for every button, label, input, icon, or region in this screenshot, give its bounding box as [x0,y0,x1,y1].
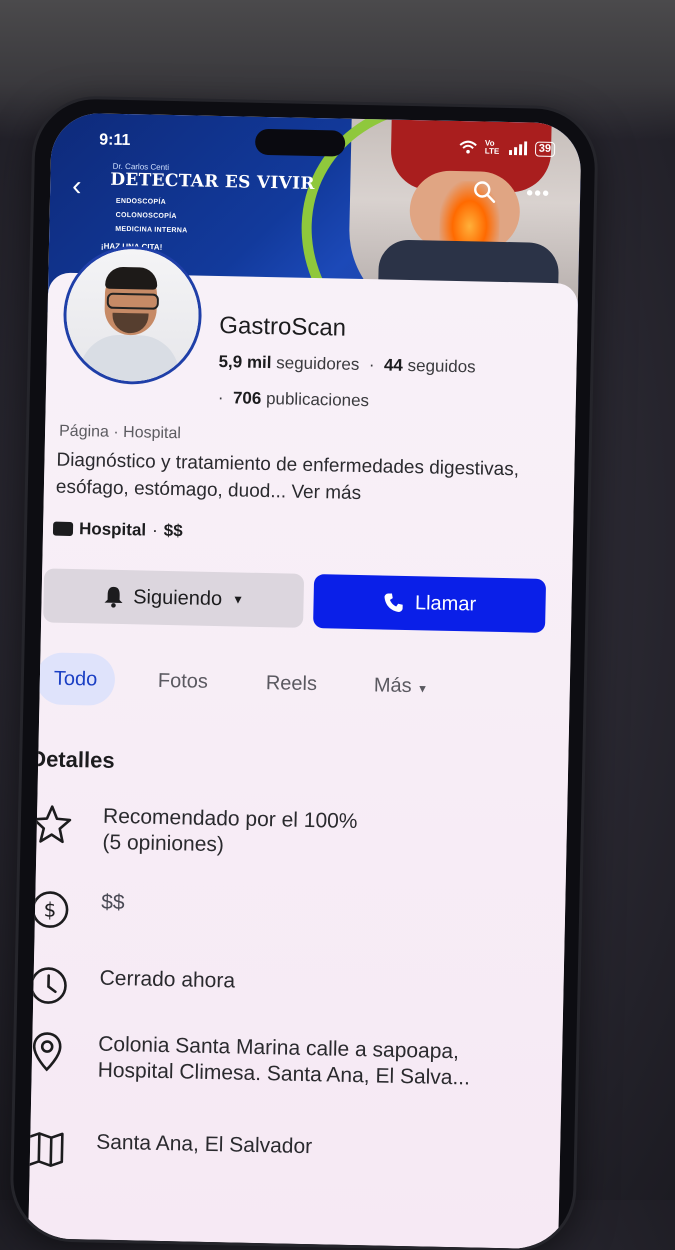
detail-text: $$ [100,890,125,915]
tag-category: Hospital [78,519,147,540]
avatar-glasses [106,292,159,310]
avatar-hair [105,266,158,290]
svg-text:$: $ [43,897,56,921]
page-description: Diagnóstico y tratamiento de enfermedade… [56,447,557,511]
description-text: Diagnóstico y tratamiento de enfermedade… [55,449,520,503]
detail-text: Cerrado ahora [99,966,236,993]
tab-mas[interactable]: Más ▼ [373,659,429,712]
network-label: Vo LTE [484,138,500,156]
following-count[interactable]: 44 [384,355,403,374]
wifi-icon [459,140,477,154]
chevron-down-icon: ▼ [231,592,245,607]
posts-count: 706 [232,388,262,408]
screen: Dr. Carlos Centi DETECTAR ES VIVIR ENDOS… [28,112,582,1250]
call-label: Llamar [414,591,477,615]
call-button[interactable]: Llamar [313,574,547,633]
status-time: 9:11 [99,131,131,150]
location-pin-icon [32,1032,62,1072]
status-icons: Vo LTE 39 [459,139,556,157]
chevron-down-icon: ▼ [416,683,429,696]
page-tags: Hospital · $$ [52,519,183,542]
tab-todo[interactable]: Todo [35,652,116,706]
phone-icon [384,593,404,613]
followers-count[interactable]: 5,9 mil [218,352,271,372]
tab-fotos[interactable]: Fotos [157,655,208,708]
detail-text: Santa Ana, El Salvador [95,1130,313,1159]
stats-separator: · [217,388,229,408]
see-more-link[interactable]: Ver más [291,482,361,504]
page-title: GastroScan [219,312,347,342]
signal-icon [508,141,528,156]
tag-price: $$ [163,520,183,541]
details-heading: Detalles [29,746,115,773]
tab-mas-label: Más [373,674,412,698]
page-category: Página · Hospital [58,422,182,443]
cover-service: MEDICINA INTERNA [115,225,188,235]
following-label[interactable]: seguidos [407,356,475,376]
following-label: Siguiendo [132,585,223,610]
dollar-icon: $ [31,891,69,928]
battery-indicator: 39 [534,141,556,157]
posts-label: publicaciones [265,389,370,411]
bell-icon [104,586,123,608]
map-icon [28,1132,64,1167]
detail-address[interactable]: Colonia Santa Marina calle a sapoapa, Ho… [28,1030,562,1093]
cover-service: COLONOSCOPÍA [115,211,177,221]
avatar[interactable] [62,244,203,386]
phone-frame: Dr. Carlos Centi DETECTAR ES VIVIR ENDOS… [12,98,596,1250]
profile-posts: · 706 publicaciones [218,388,370,411]
followers-label[interactable]: seguidores [276,353,360,374]
search-icon[interactable] [472,179,496,203]
detail-text: Colonia Santa Marina calle a sapoapa, Ho… [97,1032,471,1090]
detail-text: Recomendado por el 100% (5 opiniones) [102,804,358,857]
tag-separator: · [151,520,158,540]
category-icon [52,521,74,537]
star-icon [32,805,72,844]
profile-tabs: Todo Fotos Reels Más ▼ [35,652,570,717]
following-button[interactable]: Siguiendo ▼ [43,568,305,628]
stats-separator: · [363,355,380,375]
tab-reels[interactable]: Reels [265,657,318,710]
back-arrow-icon[interactable]: ‹ [72,170,82,201]
more-options-icon[interactable]: ••• [526,182,550,204]
clock-icon [30,967,67,1004]
